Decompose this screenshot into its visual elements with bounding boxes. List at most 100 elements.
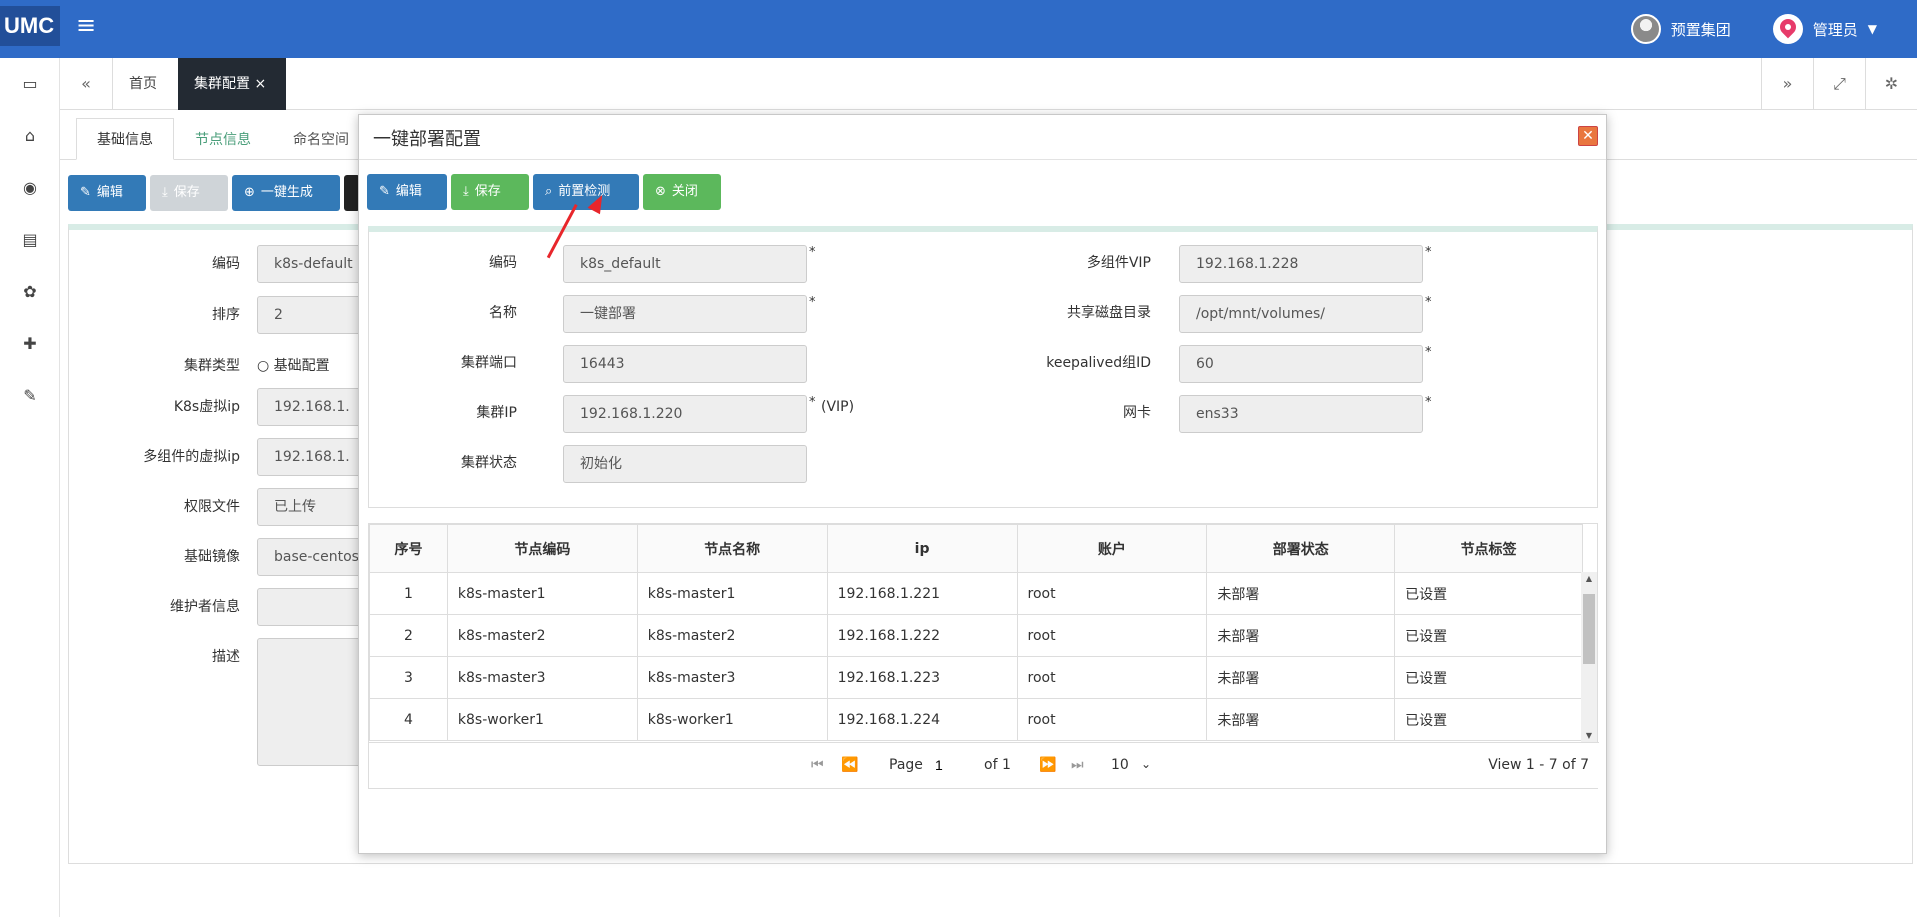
col-node-tag[interactable]: 节点标签: [1394, 524, 1583, 573]
scroll-down-icon[interactable]: ▼: [1584, 731, 1594, 740]
col-node-code[interactable]: 节点编码: [446, 524, 638, 573]
dialog-save-button[interactable]: ⤓ 保存: [451, 174, 529, 210]
page-label: Page: [889, 757, 923, 773]
tab-cluster-config[interactable]: 集群配置 ×: [178, 58, 286, 110]
subtab-namespace[interactable]: 命名空间: [272, 118, 370, 160]
col-node-name[interactable]: 节点名称: [636, 524, 828, 573]
location-pin-icon[interactable]: [1772, 14, 1803, 44]
dialog-precheck-button[interactable]: ⌕ 前置检测: [533, 174, 639, 210]
plus-circle-icon: ⊕: [244, 185, 255, 200]
tab-cluster-config-label: 集群配置: [194, 76, 250, 92]
chevron-down-icon[interactable]: ⌄: [1141, 757, 1151, 771]
dlg-code-label: 编码: [489, 255, 517, 271]
table-row[interactable]: 1 k8s-master1 k8s-master1 192.168.1.221 …: [369, 572, 1583, 615]
dlg-port-input[interactable]: 16443: [563, 345, 807, 383]
bg-type-radio[interactable]: ○ 基础配置: [257, 355, 330, 375]
bg-code-input[interactable]: k8s-default: [257, 245, 367, 283]
tab-strip: « 首页 集群配置 × » ⤢ ✲: [60, 58, 1917, 110]
bg-order-label: 排序: [212, 307, 240, 323]
dlg-mvip-label: 多组件VIP: [1086, 255, 1151, 271]
required-mark: *: [1425, 295, 1432, 310]
wrench-icon[interactable]: ✎: [18, 384, 42, 408]
dlg-ip-label: 集群IP: [476, 405, 517, 421]
required-mark: *: [809, 295, 816, 310]
bg-auth-label: 权限文件: [184, 499, 240, 515]
grid-scrollbar[interactable]: ▲ ▼: [1581, 572, 1597, 742]
dlg-ip-input[interactable]: 192.168.1.220: [563, 395, 807, 433]
save-button-disabled: ⤓ 保存: [150, 175, 228, 211]
sidebar: ▭ ⌂ ◉ ▤ ✿ ✚ ✎: [0, 58, 60, 917]
org-name[interactable]: 预置集团: [1671, 19, 1731, 40]
page-input[interactable]: [935, 753, 975, 777]
prev-page-icon[interactable]: ⏪: [841, 757, 858, 773]
dlg-code-input[interactable]: k8s_default: [563, 245, 807, 283]
tab-home[interactable]: 首页: [112, 58, 184, 110]
dlg-kp-label: keepalived组ID: [1046, 355, 1151, 371]
dlg-state-input[interactable]: 初始化: [563, 445, 807, 483]
dlg-nic-input[interactable]: ens33: [1179, 395, 1423, 433]
required-mark: *: [809, 245, 816, 260]
scroll-thumb[interactable]: [1583, 594, 1595, 664]
puzzle-icon[interactable]: ✚: [18, 332, 42, 356]
bg-desc-textarea[interactable]: [257, 638, 367, 766]
chevron-down-icon[interactable]: ▼: [1868, 22, 1877, 36]
dlg-name-label: 名称: [489, 305, 517, 321]
bg-type-label: 集群类型: [184, 358, 240, 374]
bg-auth-input[interactable]: 已上传: [257, 488, 367, 526]
subtab-node-info[interactable]: 节点信息: [174, 118, 272, 160]
close-icon[interactable]: ✕: [1578, 126, 1598, 146]
fullscreen-icon[interactable]: ⤢: [1813, 58, 1865, 110]
generate-button[interactable]: ⊕ 一键生成: [232, 175, 340, 211]
subtab-basic-info[interactable]: 基础信息: [76, 118, 174, 160]
backward-icon[interactable]: «: [60, 58, 112, 110]
bg-order-input[interactable]: 2: [257, 296, 367, 334]
col-deploy-state[interactable]: 部署状态: [1206, 524, 1396, 573]
bg-image-input[interactable]: base-centos: [257, 538, 367, 576]
node-grid: 序号 节点编码 节点名称 ip 账户 部署状态 节点标签 1 k8s-maste…: [368, 523, 1599, 789]
table-row[interactable]: 4 k8s-worker1 k8s-worker1 192.168.1.224 …: [369, 698, 1583, 741]
dlg-mvip-input[interactable]: 192.168.1.228: [1179, 245, 1423, 283]
col-ip[interactable]: ip: [826, 524, 1018, 573]
page-size-select[interactable]: 10: [1111, 757, 1129, 773]
dialog-edit-button[interactable]: ✎ 编辑: [367, 174, 447, 210]
edit-button[interactable]: ✎ 编辑: [68, 175, 146, 211]
bg-code-label: 编码: [212, 256, 240, 272]
close-circle-icon: ⊗: [655, 184, 666, 199]
required-mark: *: [1425, 395, 1432, 410]
bg-maint-input[interactable]: [257, 588, 367, 626]
id-card-icon[interactable]: ▭: [18, 72, 42, 96]
hamburger-icon[interactable]: ≡: [76, 13, 96, 37]
last-page-icon[interactable]: ⏭: [1071, 757, 1084, 773]
close-icon[interactable]: ×: [254, 76, 266, 92]
dialog-close-button[interactable]: ⊗ 关闭: [643, 174, 721, 210]
dlg-kp-input[interactable]: 60: [1179, 345, 1423, 383]
bank-icon[interactable]: ⌂: [18, 124, 42, 148]
bg-desc-label: 描述: [212, 649, 240, 665]
dlg-disk-input[interactable]: /opt/mnt/volumes/: [1179, 295, 1423, 333]
server-icon[interactable]: ▤: [18, 228, 42, 252]
col-account[interactable]: 账户: [1016, 524, 1208, 573]
search-icon: ⌕: [545, 184, 553, 199]
bg-vip-input[interactable]: 192.168.1.: [257, 388, 367, 426]
avatar[interactable]: [1630, 14, 1661, 44]
dlg-name-input[interactable]: 一键部署: [563, 295, 807, 333]
forward-icon[interactable]: »: [1761, 58, 1813, 110]
bg-multi-vip-input[interactable]: 192.168.1.: [257, 438, 367, 476]
page-total: of 1: [984, 757, 1011, 773]
user-role[interactable]: 管理员: [1813, 19, 1858, 40]
first-page-icon[interactable]: ⏮: [811, 757, 824, 773]
download-icon: ⤓: [463, 184, 469, 199]
next-page-icon[interactable]: ⏩: [1039, 757, 1056, 773]
settings-icon[interactable]: ✲: [1865, 58, 1917, 110]
dialog-title-divider: [359, 159, 1606, 160]
user-area: 预置集团 管理员 ▼: [1630, 10, 1877, 48]
grid-pager: ⏮ ⏪ Page of 1 ⏩ ⏭ 10 ⌄ View 1 - 7 of 7: [369, 742, 1599, 788]
gear-icon[interactable]: ✿: [18, 280, 42, 304]
scroll-up-icon[interactable]: ▲: [1584, 574, 1594, 583]
table-header-row: 序号 节点编码 节点名称 ip 账户 部署状态 节点标签: [369, 524, 1583, 573]
table-row[interactable]: 2 k8s-master2 k8s-master2 192.168.1.222 …: [369, 614, 1583, 657]
table-row[interactable]: 3 k8s-master3 k8s-master3 192.168.1.223 …: [369, 656, 1583, 699]
eye-icon[interactable]: ◉: [18, 176, 42, 200]
col-index[interactable]: 序号: [369, 524, 448, 573]
bg-image-label: 基础镜像: [184, 549, 240, 565]
